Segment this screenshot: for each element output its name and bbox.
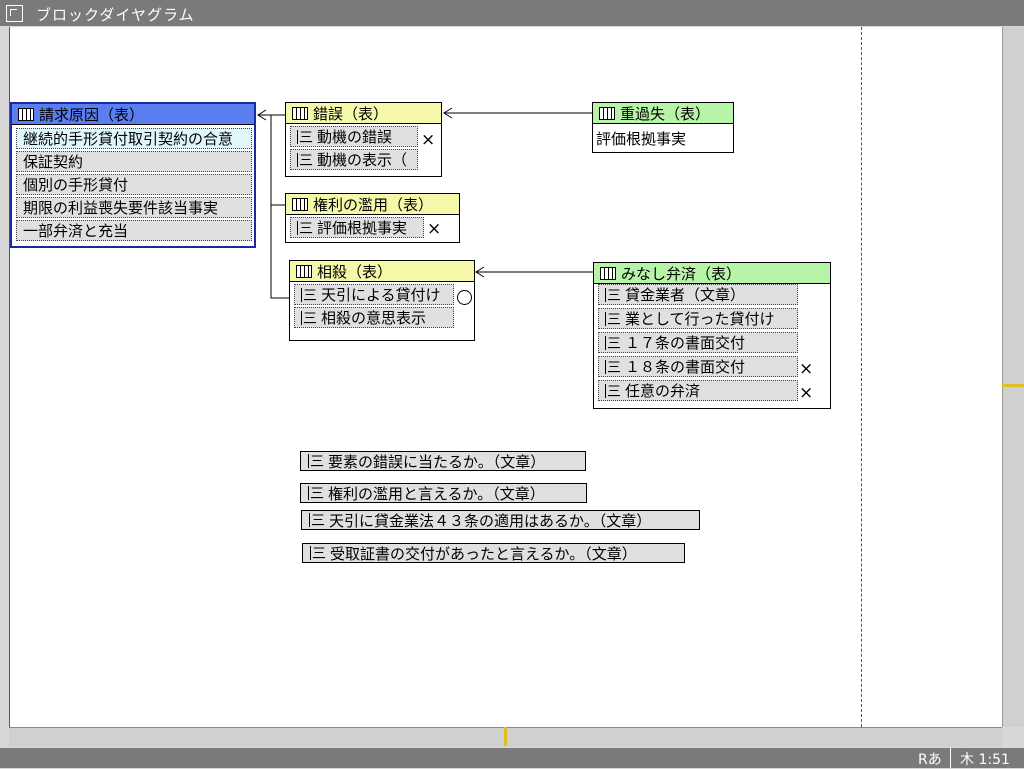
row-label: １７条の書面交付 [625, 334, 746, 352]
table-row[interactable]: 貸金業者（文章） [598, 284, 798, 305]
vertical-scrollbar[interactable] [1002, 27, 1024, 727]
question-block[interactable]: 天引に貸金業法４３条の適用はあるか。（文章） [301, 510, 700, 530]
table-title: 重過失（表） [620, 104, 711, 123]
row-text-icon [605, 309, 621, 328]
row-label: 評価根拠事実 [317, 219, 408, 237]
table-icon [292, 106, 308, 120]
table-row[interactable]: １８条の書面交付 [598, 356, 798, 377]
table-row[interactable]: 相殺の意思表示 [294, 307, 454, 328]
row-label: 天引による貸付け [321, 286, 441, 304]
table-row[interactable]: 個別の手形貸付 [16, 174, 252, 195]
page-boundary-line [861, 27, 862, 727]
table-icon [296, 264, 312, 278]
table-row[interactable]: 期限の利益喪失要件該当事実 [16, 197, 252, 218]
row-label[interactable]: 評価根拠事実 [596, 128, 686, 149]
text-block-icon [310, 543, 326, 563]
table-header[interactable]: 権利の濫用（表） [286, 194, 459, 215]
row-label: 一部弁済と充当 [23, 222, 129, 240]
table-row[interactable]: 継続的手形貸付取引契約の合意 [16, 128, 252, 149]
window-title: ブロックダイヤグラム [36, 6, 195, 24]
vertical-scroll-thumb[interactable] [1002, 384, 1024, 387]
row-label: 動機の錯誤 [317, 128, 393, 146]
table-row[interactable]: 業として行った貸付け [598, 308, 798, 329]
row-label: 動機の表示（ [317, 151, 408, 169]
row-text-icon [605, 285, 621, 304]
text-block-icon [309, 510, 325, 530]
window-menu-icon[interactable] [6, 5, 23, 22]
table-icon [292, 197, 308, 211]
status-bar: Rあ 木 1:51 [0, 748, 1024, 768]
table-row[interactable]: 動機の表示（ [290, 149, 418, 170]
table-title: 請求原因（表） [39, 105, 145, 124]
row-text-icon [301, 285, 317, 304]
table-icon [599, 106, 615, 120]
text-block-icon [308, 483, 324, 503]
table-title: 相殺（表） [317, 262, 393, 281]
question-text: 受取証書の交付があったと言えるか。（文章） [330, 544, 637, 563]
ime-indicator[interactable]: Rあ [918, 749, 942, 769]
row-label: 期限の利益喪失要件該当事実 [23, 199, 219, 217]
table-sakugo[interactable]: 錯誤（表） 動機の錯誤 × 動機の表示（ [285, 102, 442, 177]
row-text-icon [297, 218, 313, 237]
x-mark: × [421, 130, 436, 150]
table-seikyu-genin[interactable]: 請求原因（表） 継続的手形貸付取引契約の合意 保証契約 個別の手形貸付 期限の利… [10, 102, 256, 248]
question-text: 天引に貸金業法４３条の適用はあるか。（文章） [329, 511, 652, 530]
row-label: 継続的手形貸付取引契約の合意 [23, 130, 234, 148]
table-header[interactable]: 錯誤（表） [286, 103, 441, 124]
row-label: 業として行った貸付け [625, 310, 775, 328]
status-separator [950, 748, 951, 768]
table-row[interactable]: １７条の書面交付 [598, 332, 798, 353]
table-kenri-ranyo[interactable]: 権利の濫用（表） 評価根拠事実 × [285, 193, 460, 243]
x-mark: × [799, 383, 814, 403]
table-header[interactable]: 重過失（表） [593, 103, 733, 124]
table-row[interactable]: 天引による貸付け [294, 284, 454, 305]
text-block-icon [308, 451, 324, 471]
row-text-icon [297, 150, 313, 169]
row-label: 保証契約 [23, 153, 84, 171]
table-header[interactable]: 相殺（表） [290, 261, 474, 282]
row-label: 貸金業者（文章） [625, 286, 746, 304]
question-block[interactable]: 権利の濫用と言えるか。（文章） [300, 483, 587, 503]
table-minashi-bensai[interactable]: みなし弁済（表） 貸金業者（文章） 業として行った貸付け １７条の書面交付 １８… [593, 262, 831, 409]
title-bar: ブロックダイヤグラム [0, 0, 1024, 26]
table-icon [600, 266, 616, 280]
row-text-icon [301, 308, 317, 327]
question-block[interactable]: 要素の錯誤に当たるか。（文章） [300, 451, 586, 471]
table-row[interactable]: 保証契約 [16, 151, 252, 172]
question-text: 要素の錯誤に当たるか。（文章） [328, 452, 546, 471]
table-title: 権利の濫用（表） [313, 195, 434, 214]
row-label: 個別の手形貸付 [23, 176, 129, 194]
question-block[interactable]: 受取証書の交付があったと言えるか。（文章） [302, 543, 685, 563]
circle-mark [457, 290, 472, 305]
row-text-icon [605, 357, 621, 376]
table-title: 錯誤（表） [313, 104, 389, 123]
table-juukashitsu[interactable]: 重過失（表） 評価根拠事実 [592, 102, 734, 153]
table-icon [18, 107, 34, 121]
x-mark: × [427, 219, 442, 239]
row-text-icon [605, 333, 621, 352]
table-row[interactable]: 評価根拠事実 [290, 217, 424, 238]
table-title: みなし弁済（表） [621, 264, 742, 283]
table-row[interactable]: 動機の錯誤 [290, 126, 418, 147]
table-sousai[interactable]: 相殺（表） 天引による貸付け 相殺の意思表示 [289, 260, 475, 341]
row-label: １８条の書面交付 [625, 358, 746, 376]
row-label: 相殺の意思表示 [321, 309, 427, 327]
row-text-icon [605, 381, 621, 400]
x-mark: × [799, 359, 814, 379]
horizontal-scroll-thumb[interactable] [504, 727, 507, 746]
row-text-icon [297, 127, 313, 146]
table-row[interactable]: 一部弁済と充当 [16, 220, 252, 241]
table-header[interactable]: 請求原因（表） [12, 104, 254, 125]
row-label: 任意の弁済 [625, 382, 701, 400]
table-row[interactable]: 任意の弁済 [598, 380, 798, 401]
table-header[interactable]: みなし弁済（表） [594, 263, 830, 284]
clock: 木 1:51 [960, 752, 1010, 768]
question-text: 権利の濫用と言えるか。（文章） [328, 484, 545, 503]
